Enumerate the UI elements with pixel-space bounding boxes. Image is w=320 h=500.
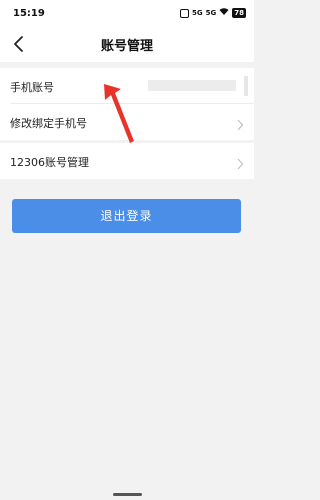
phone-number-masked-tail xyxy=(244,76,248,96)
account-group: 手机账号 修改绑定手机号 xyxy=(0,68,254,140)
change-phone-row[interactable]: 修改绑定手机号 xyxy=(0,104,254,140)
status-bar: 15:19 5G 5G 78 xyxy=(0,0,254,26)
nav-bar: 账号管理 xyxy=(0,26,254,62)
signal-icon: 5G xyxy=(192,9,203,17)
manage-12306-row[interactable]: 12306账号管理 xyxy=(0,143,254,179)
phone-number-masked xyxy=(148,80,236,91)
page-title: 账号管理 xyxy=(100,39,153,54)
status-icons: 5G 5G 78 xyxy=(180,7,246,19)
phone-account-row: 手机账号 xyxy=(0,68,254,104)
12306-group: 12306账号管理 xyxy=(0,143,254,179)
vibrate-icon xyxy=(180,8,189,18)
home-indicator[interactable] xyxy=(113,493,142,496)
account-management-screen: 15:19 5G 5G 78 账号管理 手机账号 修改绑定手机号 12306账号… xyxy=(0,0,254,500)
signal-icon-2: 5G xyxy=(205,9,217,17)
wifi-icon xyxy=(219,7,229,19)
chevron-right-icon xyxy=(236,116,244,131)
manage-12306-label: 12306账号管理 xyxy=(10,156,89,169)
change-phone-label: 修改绑定手机号 xyxy=(10,117,87,130)
logout-button[interactable]: 退出登录 xyxy=(12,199,241,233)
chevron-right-icon xyxy=(236,155,244,170)
status-time: 15:19 xyxy=(13,8,45,19)
battery-icon: 78 xyxy=(232,8,246,18)
phone-account-label: 手机账号 xyxy=(10,81,54,94)
